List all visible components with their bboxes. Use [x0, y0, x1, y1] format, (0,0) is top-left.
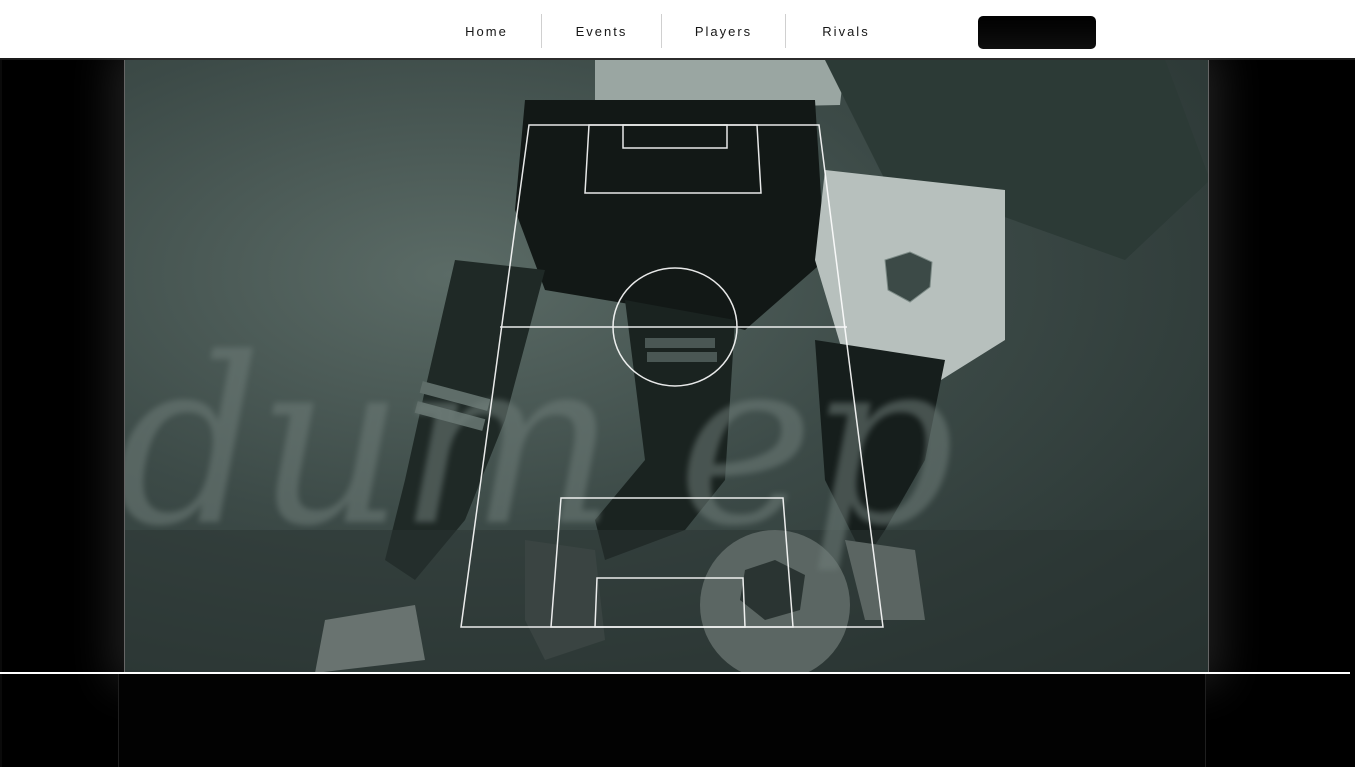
header-action-button[interactable] — [978, 16, 1096, 49]
nav-events[interactable]: Events — [542, 14, 661, 48]
pitch-outline — [460, 124, 884, 628]
bottom-penalty-box — [550, 497, 794, 628]
nav-players[interactable]: Players — [662, 14, 785, 48]
pitch-diagram — [460, 124, 884, 628]
bottom-goal-box — [594, 577, 746, 628]
top-goal-box — [622, 124, 728, 149]
top-navigation-bar: Home Events Players Rivals — [0, 0, 1355, 60]
nav-home[interactable]: Home — [432, 14, 541, 48]
hero-section: dum ep — [124, 60, 1209, 673]
bottom-content-panel — [118, 674, 1206, 767]
nav-rivals[interactable]: Rivals — [786, 14, 906, 48]
page-left-edge — [0, 60, 2, 767]
top-penalty-box — [584, 124, 762, 194]
main-nav: Home Events Players Rivals — [432, 14, 906, 48]
